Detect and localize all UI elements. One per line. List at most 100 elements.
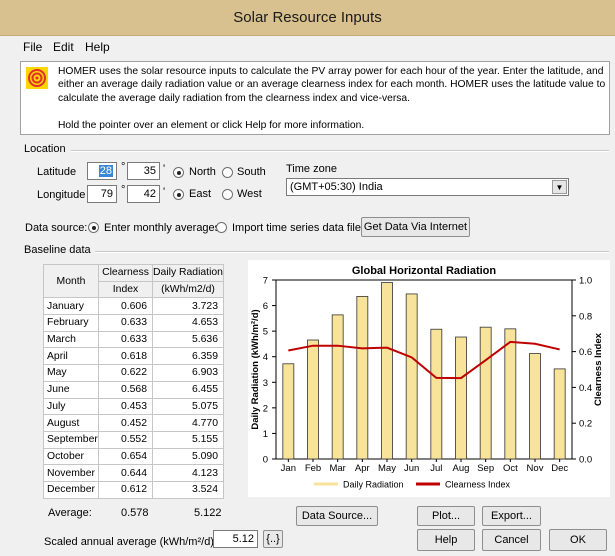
clearness-cell[interactable]: 0.633	[98, 314, 153, 332]
y-axis-label: Daily Radiation (kWh/m²/d)	[250, 309, 261, 429]
help-button[interactable]: Help	[417, 529, 475, 551]
bar	[430, 328, 443, 460]
latitude-minutes-input[interactable]: 35	[127, 162, 160, 180]
radiation-cell[interactable]: 5.090	[152, 447, 224, 466]
bar	[331, 314, 344, 460]
longitude-minute-symbol: '	[163, 186, 166, 198]
radiation-cell[interactable]: 6.455	[152, 380, 224, 399]
radiation-cell[interactable]: 6.359	[152, 347, 224, 366]
average-radiation: 5.122	[194, 507, 222, 519]
table-row: September 0.552 5.155	[43, 430, 224, 449]
radiation-cell[interactable]: 4.770	[152, 414, 224, 432]
table-row: December 0.612 3.524	[43, 480, 224, 499]
x-tick-label: Dec	[551, 463, 568, 474]
clearness-cell[interactable]: 0.654	[98, 447, 153, 466]
export-button[interactable]: Export...	[482, 506, 541, 526]
radiation-cell[interactable]: 6.903	[152, 364, 224, 382]
y-tick-label: 5	[263, 327, 268, 338]
radiation-cell[interactable]: 3.524	[152, 480, 224, 499]
longitude-degrees-input[interactable]: 79	[87, 185, 117, 203]
x-tick-label: Mar	[329, 463, 345, 474]
timezone-value: (GMT+05:30) India	[290, 181, 383, 193]
y-tick-label: 4	[263, 352, 268, 363]
monthly-averages-radio[interactable]	[88, 222, 99, 233]
month-cell: January	[43, 297, 99, 316]
import-file-label: Import time series data file	[232, 222, 361, 234]
clearness-cell[interactable]: 0.606	[98, 297, 153, 316]
homer-logo-icon	[26, 67, 48, 89]
east-radio[interactable]	[173, 189, 184, 200]
monthly-averages-label: Enter monthly averages	[104, 222, 221, 234]
average-clearness: 0.578	[121, 507, 149, 519]
table-row: February 0.633 4.653	[43, 314, 224, 332]
radiation-cell[interactable]: 4.653	[152, 314, 224, 332]
table-row: July 0.453 5.075	[43, 397, 224, 416]
y2-tick-label: 1.0	[579, 276, 592, 287]
clearness-cell[interactable]: 0.453	[98, 397, 153, 416]
y2-tick-label: 0.8	[579, 311, 592, 322]
radiation-cell[interactable]: 3.723	[152, 297, 224, 316]
y2-tick-label: 0.0	[579, 455, 592, 466]
month-cell: July	[43, 397, 99, 416]
title-bar[interactable]: Solar Resource Inputs	[0, 0, 615, 36]
clearness-cell[interactable]: 0.612	[98, 480, 153, 499]
west-radio[interactable]	[222, 189, 233, 200]
bar	[356, 295, 369, 460]
plot-frame	[275, 279, 573, 460]
north-label: North	[189, 166, 216, 178]
radiation-cell[interactable]: 4.123	[152, 464, 224, 482]
bar	[282, 363, 295, 460]
scaled-average-input[interactable]: 5.12	[213, 530, 258, 548]
info-panel: HOMER uses the solar resource inputs to …	[20, 61, 610, 135]
info-text: HOMER uses the solar resource inputs to …	[58, 66, 606, 104]
y-tick-label: 1	[263, 429, 268, 440]
menu-help[interactable]: Help	[85, 40, 110, 54]
import-file-radio[interactable]	[216, 222, 227, 233]
clearness-cell[interactable]: 0.644	[98, 464, 153, 482]
south-radio[interactable]	[222, 167, 233, 178]
longitude-degree-symbol: °	[121, 184, 126, 196]
data-source-button[interactable]: Data Source...	[296, 506, 378, 526]
bar	[405, 293, 418, 460]
radiation-cell[interactable]: 5.075	[152, 397, 224, 416]
east-label: East	[189, 188, 212, 200]
y-tick-label: 2	[263, 403, 268, 414]
sensitivity-button[interactable]: {..}	[263, 530, 283, 548]
clearness-cell[interactable]: 0.618	[98, 347, 153, 366]
timezone-select[interactable]: (GMT+05:30) India ▼	[286, 178, 569, 196]
plot-button[interactable]: Plot...	[417, 506, 475, 526]
north-radio[interactable]	[173, 167, 184, 178]
clearness-cell[interactable]: 0.633	[98, 330, 153, 349]
menu-edit[interactable]: Edit	[53, 40, 74, 54]
month-cell: March	[43, 330, 99, 349]
radiation-chart[interactable]: Global Horizontal Radiation 0 1 2 3 4 5 6 7 0.0 0.…	[248, 260, 610, 497]
y-tick-label: 7	[263, 276, 268, 287]
radiation-cell[interactable]: 5.636	[152, 330, 224, 349]
baseline-section-label: Baseline data	[24, 244, 91, 256]
cancel-button[interactable]: Cancel	[482, 529, 541, 551]
x-tick-label: Sep	[477, 463, 494, 474]
legend-label-radiation: Daily Radiation	[343, 480, 404, 490]
table-row: October 0.654 5.090	[43, 447, 224, 466]
month-cell: June	[43, 380, 99, 399]
y-tick-label: 3	[263, 378, 268, 389]
radiation-cell[interactable]: 5.155	[152, 430, 224, 449]
x-tick-label: May	[378, 463, 396, 474]
bar	[553, 368, 566, 460]
location-divider	[71, 150, 609, 152]
month-cell: April	[43, 347, 99, 366]
clearness-cell[interactable]: 0.568	[98, 380, 153, 399]
ok-button[interactable]: OK	[549, 529, 607, 551]
get-data-internet-button[interactable]: Get Data Via Internet	[361, 217, 470, 237]
clearness-cell[interactable]: 0.622	[98, 364, 153, 382]
clearness-cell[interactable]: 0.452	[98, 414, 153, 432]
chevron-down-icon[interactable]: ▼	[552, 180, 567, 194]
latitude-degrees-input[interactable]: 28	[87, 162, 117, 180]
x-tick-label: Apr	[355, 463, 370, 474]
menu-file[interactable]: File	[23, 40, 42, 54]
table-row: January 0.606 3.723	[43, 297, 224, 316]
clearness-cell[interactable]: 0.552	[98, 430, 153, 449]
clearness-column-header: Clearness	[98, 264, 153, 282]
longitude-minutes-input[interactable]: 42	[127, 185, 160, 203]
solar-resource-window: Solar Resource Inputs File Edit Help HOM…	[0, 0, 615, 556]
